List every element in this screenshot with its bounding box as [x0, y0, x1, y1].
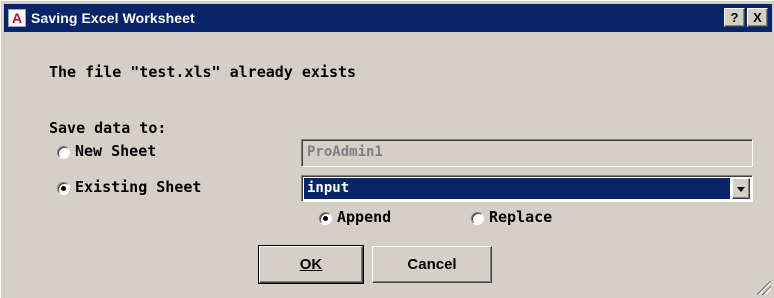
save-data-to-label: Save data to: — [49, 119, 167, 137]
chevron-down-icon[interactable] — [732, 178, 750, 199]
cancel-button[interactable]: Cancel — [372, 246, 492, 283]
title-bar-buttons: ? X — [724, 8, 768, 27]
resize-grip-icon[interactable] — [757, 281, 771, 295]
new-sheet-name-field[interactable]: ProAdmin1 — [301, 139, 753, 167]
replace-radio[interactable] — [471, 212, 484, 225]
new-sheet-label[interactable]: New Sheet — [75, 142, 156, 160]
append-label[interactable]: Append — [337, 208, 391, 226]
append-radio[interactable] — [319, 212, 332, 225]
help-button[interactable]: ? — [724, 8, 745, 27]
dialog-window: A Saving Excel Worksheet ? X The file "t… — [0, 0, 774, 298]
existing-sheet-selected-value: input — [304, 178, 730, 199]
ok-button-label: OK — [299, 256, 323, 273]
existing-sheet-radio[interactable] — [57, 182, 70, 195]
replace-label[interactable]: Replace — [489, 208, 552, 226]
new-sheet-radio[interactable] — [57, 146, 70, 159]
window-title: Saving Excel Worksheet — [31, 10, 195, 26]
close-button[interactable]: X — [747, 8, 768, 27]
title-bar[interactable]: A Saving Excel Worksheet ? X — [4, 4, 772, 32]
ok-button[interactable]: OK — [258, 245, 364, 284]
existing-sheet-label[interactable]: Existing Sheet — [75, 178, 201, 196]
existing-sheet-select[interactable]: input — [301, 175, 753, 202]
app-icon: A — [8, 9, 26, 27]
file-exists-message: The file "test.xls" already exists — [49, 63, 357, 81]
cancel-button-label: Cancel — [407, 256, 457, 273]
